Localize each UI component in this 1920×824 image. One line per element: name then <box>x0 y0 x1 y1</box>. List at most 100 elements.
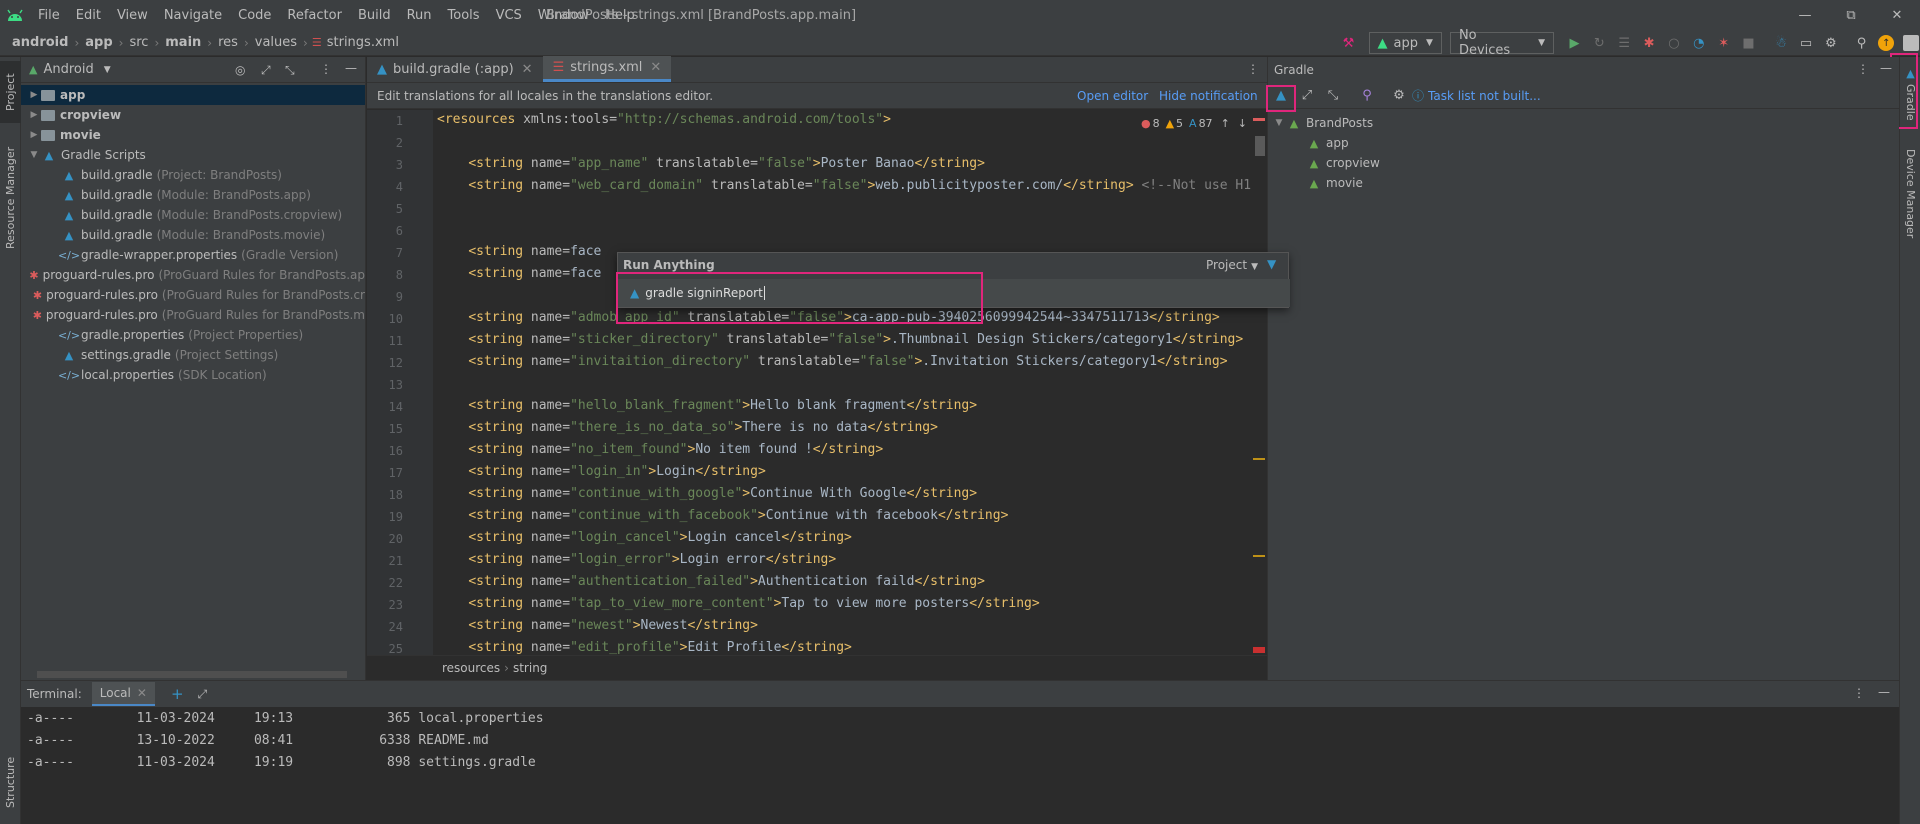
menu-build[interactable]: Build <box>350 8 399 23</box>
crumb-app[interactable]: app <box>83 35 114 50</box>
chevron-right-icon[interactable]: ▶ <box>27 130 41 140</box>
tree-item-build-gradle-cropview[interactable]: ▲ build.gradle (Module: BrandPosts.cropvie… <box>21 205 365 225</box>
code-line[interactable]: <string name="continue_with_facebook">Co… <box>437 508 1008 523</box>
chevron-down-icon[interactable]: ▼ <box>27 150 41 160</box>
tab-options-icon[interactable]: ⋮ <box>1247 62 1259 76</box>
gradle-settings-icon[interactable]: ⚙ <box>1386 85 1412 107</box>
attach-debugger-icon[interactable]: ✶ <box>1711 32 1736 54</box>
code-line[interactable]: <resources xmlns:tools="http://schemas.a… <box>437 112 891 127</box>
crumb-res[interactable]: res <box>216 35 240 50</box>
coverage-icon[interactable]: ○ <box>1662 32 1687 54</box>
apply-changes-icon[interactable]: ☰ <box>1612 32 1637 54</box>
code-line[interactable]: <string name="web_card_domain" translata… <box>437 178 1251 193</box>
close-icon[interactable]: ✕ <box>522 62 533 77</box>
code-line[interactable]: <string name="there_is_no_data_so">There… <box>437 420 938 435</box>
options-icon[interactable]: ⋮ <box>320 62 332 76</box>
code-line[interactable]: <string name="login_cancel">Login cancel… <box>437 530 852 545</box>
search-icon[interactable]: ⚲ <box>1849 32 1874 54</box>
hide-panel-icon[interactable]: — <box>345 61 357 75</box>
menu-vcs[interactable]: VCS <box>488 8 530 23</box>
gradle-tree-cropview[interactable]: ▲ cropview <box>1268 153 1899 173</box>
tree-item-proguard-movie[interactable]: ✱ proguard-rules.pro (ProGuard Rules for B… <box>21 305 365 325</box>
avatar[interactable] <box>1899 32 1920 54</box>
tree-item-app[interactable]: ▶ app <box>21 85 365 105</box>
horizontal-scrollbar[interactable] <box>37 671 347 678</box>
close-icon[interactable]: ✕ <box>650 60 661 75</box>
expand-all-icon[interactable]: ⤢ <box>261 63 271 78</box>
crumb-main[interactable]: main <box>163 35 203 50</box>
hammer-icon[interactable]: ⚒ <box>1336 32 1361 54</box>
run-icon[interactable]: ▶ <box>1562 32 1587 54</box>
crumb-strings-xml[interactable]: strings.xml <box>325 35 401 50</box>
menu-code[interactable]: Code <box>230 8 279 23</box>
collapse-all-icon[interactable]: ⤡ <box>1320 85 1346 107</box>
scope-select[interactable]: Project ▼ <box>1206 258 1258 272</box>
gradle-tree-brandposts[interactable]: ▼ ▲ BrandPosts <box>1268 113 1899 133</box>
tree-item-local-properties[interactable]: </> local.properties (SDK Location) <box>21 365 365 385</box>
gradle-tree-movie[interactable]: ▲ movie <box>1268 173 1899 193</box>
sync-gradle-icon[interactable]: ☃ <box>1769 32 1794 54</box>
options-icon[interactable]: ⋮ <box>1857 62 1869 76</box>
execute-gradle-task-icon[interactable]: ▲ <box>1268 85 1294 107</box>
locate-file-icon[interactable]: ◎ <box>235 63 245 77</box>
code-line[interactable]: <string name="login_in">Login</string> <box>437 464 765 479</box>
tree-item-build-gradle-movie[interactable]: ▲ build.gradle (Module: BrandPosts.movie) <box>21 225 365 245</box>
crumb-android[interactable]: android <box>10 35 70 50</box>
code-line[interactable]: <string name="sticker_directory" transla… <box>437 332 1243 347</box>
gradle-tree-app[interactable]: ▲ app <box>1268 133 1899 153</box>
code-area[interactable]: 1 2 3 4 5 6 7 8 9 10 11 12 13 14 15 16 17 18 19 20 21 22 23 24 2… <box>367 110 1267 655</box>
tab-build-gradle-app[interactable]: ▲ build.gradle (:app) ✕ <box>367 56 543 82</box>
crumb-values[interactable]: values <box>253 35 299 50</box>
update-icon[interactable]: ↑ <box>1874 32 1899 54</box>
chevron-down-icon[interactable]: ▼ <box>1272 118 1286 128</box>
tree-item-gradle-scripts[interactable]: ▼ ▲ Gradle Scripts <box>21 145 365 165</box>
crumb-src[interactable]: src <box>127 35 150 50</box>
inspection-widget[interactable]: ● 8 ▲ 5 A 87 ↑ ↓ <box>1140 114 1247 132</box>
task-list-link[interactable]: Task list not built... <box>1428 89 1541 103</box>
code-line[interactable]: <string name="newest">Newest</string> <box>437 618 758 633</box>
filter-icon[interactable]: ▼ <box>1267 257 1276 271</box>
new-terminal-icon[interactable]: + <box>171 685 184 703</box>
toggle-offline-icon[interactable]: ⚲ <box>1354 85 1380 107</box>
tree-item-gradle-properties[interactable]: </> gradle.properties (Project Properties) <box>21 325 365 345</box>
tree-item-build-gradle-app[interactable]: ▲ build.gradle (Module: BrandPosts.app) <box>21 185 365 205</box>
hide-notification-link[interactable]: Hide notification <box>1159 89 1258 103</box>
chevron-down-icon[interactable]: ▼ <box>104 65 111 75</box>
tree-item-gradle-wrapper[interactable]: </> gradle-wrapper.properties (Gradle Vers… <box>21 245 365 265</box>
collapse-all-icon[interactable]: ⤡ <box>285 63 295 78</box>
expand-terminal-icon[interactable]: ⤢ <box>198 687 208 702</box>
code-line[interactable]: <string name=face <box>437 266 601 281</box>
tab-project[interactable]: Project <box>0 61 21 123</box>
code-line[interactable]: <string name="authentication_failed">Aut… <box>437 574 985 589</box>
code-line[interactable]: <string name="continue_with_google">Cont… <box>437 486 977 501</box>
close-icon[interactable]: ✕ <box>1874 0 1920 30</box>
code-line[interactable]: <string name="edit_profile">Edit Profile… <box>437 640 852 655</box>
tree-item-movie[interactable]: ▶ movie <box>21 125 365 145</box>
tree-item-build-gradle-project[interactable]: ▲ build.gradle (Project: BrandPosts) <box>21 165 365 185</box>
hide-panel-icon[interactable]: — <box>1878 685 1890 699</box>
open-editor-link[interactable]: Open editor <box>1077 89 1148 103</box>
debug-icon[interactable]: ✱ <box>1637 32 1662 54</box>
profile-icon[interactable]: ◔ <box>1686 32 1711 54</box>
breadcrumb-resources[interactable]: resources <box>442 661 500 675</box>
arrow-up-icon[interactable]: ↑ <box>1221 117 1230 130</box>
project-view-mode[interactable]: Android <box>43 62 93 77</box>
breadcrumb-string[interactable]: string <box>513 661 547 675</box>
tab-structure[interactable]: Structure <box>0 747 21 817</box>
chevron-right-icon[interactable]: ▶ <box>27 90 41 100</box>
run-config-select[interactable]: ▲ app ▼ <box>1368 32 1442 54</box>
code-line[interactable]: <string name="invitaition_directory" tra… <box>437 354 1227 369</box>
tree-item-proguard-app[interactable]: ✱ proguard-rules.pro (ProGuard Rules for B… <box>21 265 365 285</box>
tab-resource-manager[interactable]: Resource Manager <box>0 139 21 257</box>
terminal-tab-local[interactable]: Local ✕ <box>91 682 155 706</box>
tree-item-proguard-cropview[interactable]: ✱ proguard-rules.pro (ProGuard Rules for B… <box>21 285 365 305</box>
hide-panel-icon[interactable]: — <box>1880 61 1892 75</box>
minimize-icon[interactable]: — <box>1782 0 1828 30</box>
run-anything-input[interactable]: ▲ gradle signinReport <box>618 279 1290 307</box>
menu-tools[interactable]: Tools <box>440 8 488 23</box>
code-line[interactable]: <string name="app_name" translatable="fa… <box>437 156 985 171</box>
menu-file[interactable]: File <box>30 8 68 23</box>
menu-refactor[interactable]: Refactor <box>279 8 350 23</box>
restore-icon[interactable]: ⧉ <box>1828 0 1874 30</box>
code-line[interactable]: <string name=face <box>437 244 601 259</box>
